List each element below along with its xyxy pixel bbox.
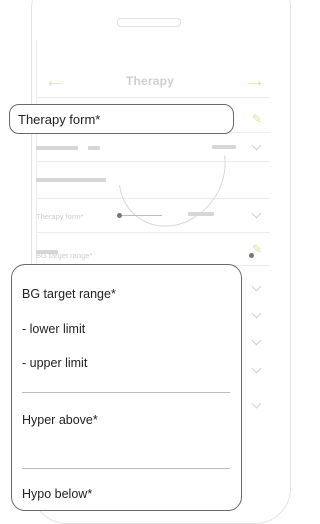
arrow-right-icon[interactable]: → — [244, 69, 266, 91]
callout-upper-limit: - upper limit — [22, 356, 88, 370]
pencil-icon[interactable]: ✎ — [252, 112, 262, 126]
connector-line — [122, 215, 162, 216]
callout-bg-title: BG target range* — [22, 287, 116, 301]
arrow-left-icon[interactable]: ← — [44, 69, 66, 91]
placeholder-value — [36, 178, 106, 182]
header-divider — [36, 97, 270, 98]
callout-therapy-form: Therapy form* — [9, 104, 234, 134]
callout-lower-limit: - lower limit — [22, 322, 86, 336]
placeholder-value — [188, 212, 214, 216]
callout-therapy-form-label: Therapy form* — [18, 112, 101, 127]
connector-dot — [249, 253, 254, 258]
callout-divider — [22, 392, 230, 393]
callout-hypo-below: Hypo below* — [22, 487, 93, 501]
phone-speaker — [117, 18, 181, 27]
page-title: Therapy — [126, 74, 175, 88]
callout-divider — [22, 468, 230, 469]
placeholder-value — [36, 146, 78, 150]
row-divider — [36, 232, 270, 233]
placeholder-value — [88, 146, 100, 150]
therapy-form-label: Therapy form* — [36, 212, 84, 221]
bg-target-range-label: BG target range* — [36, 251, 93, 260]
callout-hyper-above: Hyper above* — [22, 413, 98, 427]
callout-bg-target-range: BG target range* - lower limit - upper l… — [11, 264, 242, 511]
